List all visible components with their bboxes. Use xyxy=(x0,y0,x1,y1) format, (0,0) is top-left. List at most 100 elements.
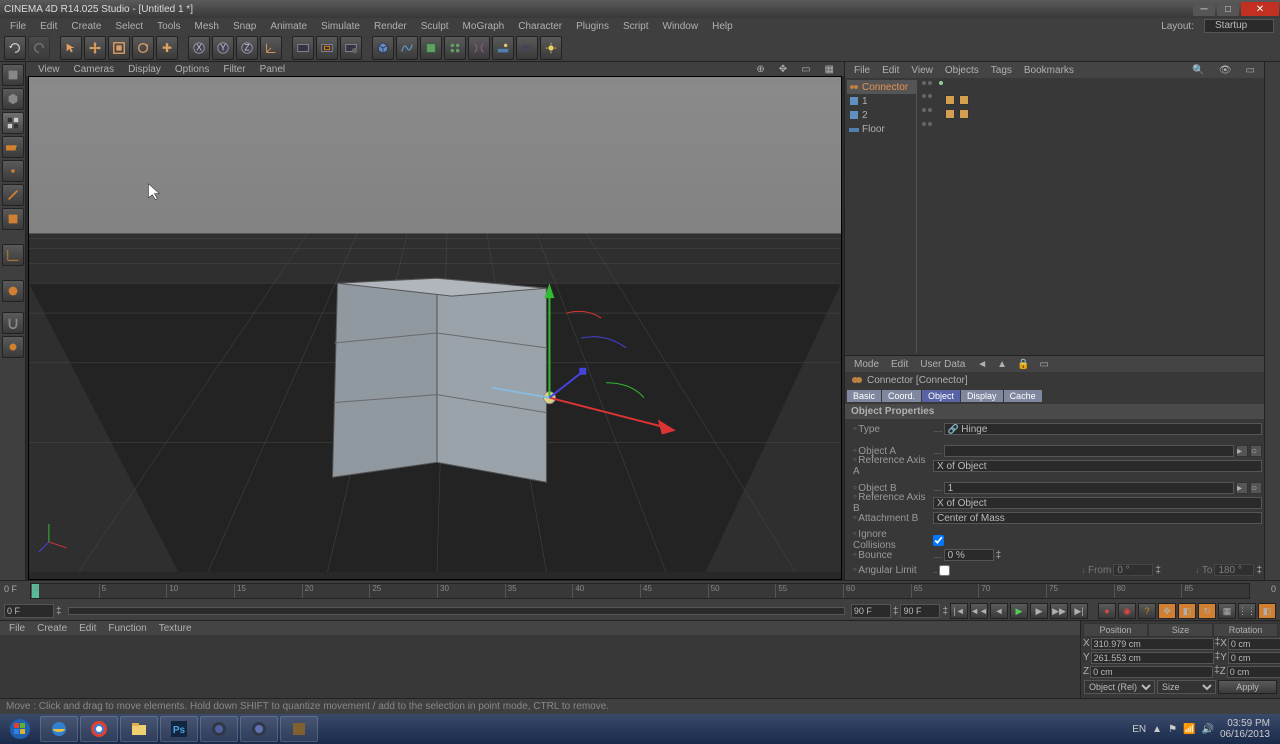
material-list[interactable] xyxy=(0,635,1080,698)
tree-item-floor[interactable]: Floor xyxy=(847,122,916,136)
frame-total-field[interactable] xyxy=(900,604,940,618)
recent-tool[interactable]: ✚ xyxy=(156,36,178,60)
viewport-solo-button[interactable] xyxy=(2,280,24,302)
goto-end-button[interactable]: ▶| xyxy=(1070,603,1088,619)
menu-file[interactable]: File xyxy=(4,20,32,33)
menu-edit[interactable]: Edit xyxy=(34,20,63,33)
vp-menu-filter[interactable]: Filter xyxy=(217,64,251,75)
tray-lang[interactable]: EN xyxy=(1132,724,1146,735)
tray-date[interactable]: 06/16/2013 xyxy=(1220,729,1270,740)
next-key-button[interactable]: ▶▶ xyxy=(1050,603,1068,619)
vp-zoom-icon[interactable]: ▭ xyxy=(795,64,816,75)
autokey-button[interactable]: ◉ xyxy=(1118,603,1136,619)
timeline[interactable]: 051015202530354045505560657075808590 0 F… xyxy=(0,580,1280,602)
am-up-icon[interactable]: ▲ xyxy=(992,359,1012,370)
window-close-button[interactable]: ✕ xyxy=(1241,2,1279,16)
apply-button[interactable]: Apply xyxy=(1218,680,1277,694)
key-rot-button[interactable]: ↻ xyxy=(1198,603,1216,619)
timeline-scrollbar[interactable] xyxy=(68,607,845,615)
menu-mesh[interactable]: Mesh xyxy=(189,20,225,33)
window-min-button[interactable]: ─ xyxy=(1193,2,1215,16)
objb-clear-button[interactable]: ○ xyxy=(1250,482,1262,494)
from-field[interactable]: 0 ° xyxy=(1113,564,1153,576)
am-new-icon[interactable]: ▭ xyxy=(1035,359,1054,370)
menu-render[interactable]: Render xyxy=(368,20,413,33)
refb-field[interactable]: X of Object xyxy=(933,497,1262,509)
vp-menu-panel[interactable]: Panel xyxy=(254,64,292,75)
attach-field[interactable]: Center of Mass xyxy=(933,512,1262,524)
rotate-tool[interactable] xyxy=(132,36,154,60)
locked-button[interactable] xyxy=(2,336,24,358)
pos-z-field[interactable] xyxy=(1090,666,1213,678)
x-axis-lock[interactable]: X xyxy=(188,36,210,60)
cube-primitive[interactable] xyxy=(372,36,394,60)
om-menu-objects[interactable]: Objects xyxy=(940,65,984,76)
menu-snap[interactable]: Snap xyxy=(227,20,262,33)
environment-tool[interactable] xyxy=(492,36,514,60)
search-icon[interactable]: 🔍 xyxy=(1187,65,1209,76)
prev-frame-button[interactable]: ◄ xyxy=(990,603,1008,619)
key-options-button[interactable]: ◧ xyxy=(1258,603,1276,619)
size-z-field[interactable] xyxy=(1227,666,1280,678)
vp-menu-cameras[interactable]: Cameras xyxy=(68,64,121,75)
ignore-checkbox[interactable] xyxy=(933,535,944,546)
layout-select[interactable]: Startup xyxy=(1204,19,1274,33)
coord-system[interactable] xyxy=(260,36,282,60)
eye-icon[interactable]: 👁 xyxy=(1214,65,1237,76)
object-tree[interactable]: Connector 1 2 Floor xyxy=(847,80,917,353)
prev-key-button[interactable]: ◄◄ xyxy=(970,603,988,619)
vp-pan-icon[interactable]: ✥ xyxy=(773,64,793,75)
menu-sculpt[interactable]: Sculpt xyxy=(415,20,455,33)
vp-menu-display[interactable]: Display xyxy=(122,64,167,75)
snap-button[interactable] xyxy=(2,312,24,334)
generator-array[interactable] xyxy=(444,36,466,60)
size-y-field[interactable] xyxy=(1228,652,1280,664)
anglim-checkbox[interactable] xyxy=(939,565,950,576)
obja-field[interactable] xyxy=(944,445,1234,457)
tab-basic[interactable]: Basic xyxy=(847,390,881,402)
window-max-button[interactable]: □ xyxy=(1217,2,1239,16)
menu-help[interactable]: Help xyxy=(706,20,739,33)
tree-item-2[interactable]: 2 xyxy=(847,108,916,122)
obja-clear-button[interactable]: ○ xyxy=(1250,445,1262,457)
move-tool[interactable] xyxy=(84,36,106,60)
am-menu-edit[interactable]: Edit xyxy=(886,359,913,370)
objb-picker-button[interactable]: ▸ xyxy=(1236,482,1248,494)
om-menu-file[interactable]: File xyxy=(849,65,875,76)
pos-x-field[interactable] xyxy=(1091,638,1214,650)
make-editable-button[interactable] xyxy=(2,64,24,86)
edge-mode-button[interactable] xyxy=(2,184,24,206)
menu-script[interactable]: Script xyxy=(617,20,655,33)
texture-mode-button[interactable] xyxy=(2,112,24,134)
menu-animate[interactable]: Animate xyxy=(264,20,313,33)
light-tool[interactable] xyxy=(540,36,562,60)
objb-field[interactable]: 1 xyxy=(944,482,1234,494)
tree-item-connector[interactable]: Connector xyxy=(847,80,916,94)
obja-picker-button[interactable]: ▸ xyxy=(1236,445,1248,457)
scale-tool[interactable] xyxy=(108,36,130,60)
z-axis-lock[interactable]: Z xyxy=(236,36,258,60)
vp-max-icon[interactable]: ▦ xyxy=(819,64,840,75)
rigid-body-tag-icon[interactable] xyxy=(959,95,969,105)
viewport-3d[interactable] xyxy=(28,76,842,580)
om-maximize-icon[interactable]: ▭ xyxy=(1241,65,1260,76)
am-lock-icon[interactable]: 🔒 xyxy=(1012,359,1034,370)
render-view-button[interactable] xyxy=(292,36,314,60)
menu-window[interactable]: Window xyxy=(657,20,705,33)
play-button[interactable]: ▶ xyxy=(1010,603,1028,619)
y-axis-lock[interactable]: Y xyxy=(212,36,234,60)
type-field[interactable]: 🔗 Hinge xyxy=(944,423,1262,435)
tab-object[interactable]: Object xyxy=(922,390,960,402)
mat-menu-file[interactable]: File xyxy=(4,623,30,634)
frame-end-field[interactable] xyxy=(851,604,891,618)
render-settings-button[interactable] xyxy=(340,36,362,60)
om-menu-tags[interactable]: Tags xyxy=(986,65,1017,76)
frame-start-field[interactable] xyxy=(4,604,54,618)
size-mode-select[interactable]: Size xyxy=(1157,680,1216,694)
right-tab-bar[interactable] xyxy=(1264,62,1280,580)
point-mode-button[interactable] xyxy=(2,160,24,182)
size-x-field[interactable] xyxy=(1228,638,1280,650)
axis-button[interactable] xyxy=(2,244,24,266)
am-menu-mode[interactable]: Mode xyxy=(849,359,884,370)
key-scale-button[interactable]: ◧ xyxy=(1178,603,1196,619)
